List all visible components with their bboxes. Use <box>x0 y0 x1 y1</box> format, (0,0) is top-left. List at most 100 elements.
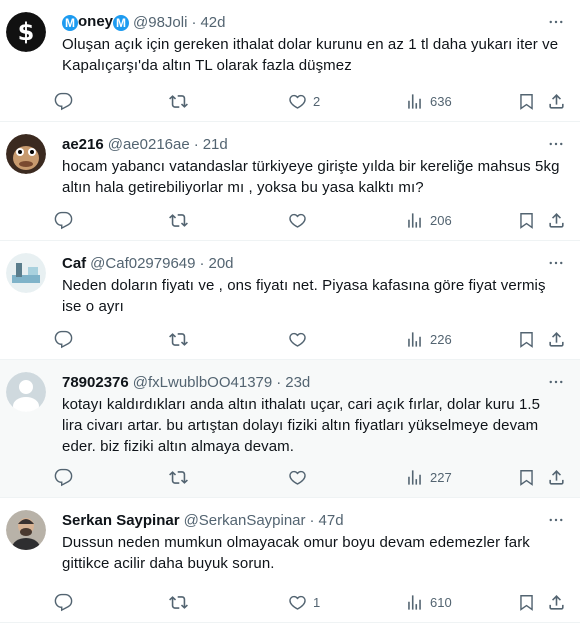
timestamp[interactable]: 21d <box>203 136 228 153</box>
bookmark-button[interactable] <box>517 92 536 111</box>
reply-icon <box>54 468 73 486</box>
timestamp[interactable]: 23d <box>285 374 310 391</box>
share-button[interactable] <box>547 330 566 349</box>
user-handle[interactable]: @Caf02979649 <box>90 255 195 272</box>
views-button[interactable]: 610 <box>405 593 452 612</box>
share-button[interactable] <box>547 593 566 612</box>
share-button[interactable] <box>547 92 566 111</box>
like-button[interactable]: 2 <box>288 92 320 111</box>
avatar[interactable] <box>6 372 46 412</box>
timestamp[interactable]: 20d <box>208 255 233 272</box>
bookmark-button[interactable] <box>517 593 536 612</box>
retweet-button[interactable] <box>169 92 194 111</box>
reply-icon <box>54 211 73 229</box>
like-button[interactable] <box>288 330 313 349</box>
reply-icon <box>54 92 73 110</box>
user-handle[interactable]: @SerkanSaypinar <box>184 512 306 529</box>
avatar[interactable] <box>6 134 46 174</box>
retweet-button[interactable] <box>169 211 194 230</box>
timestamp[interactable]: 42d <box>200 14 225 31</box>
more-icon[interactable] <box>542 372 570 392</box>
avatar[interactable] <box>6 253 46 293</box>
display-name[interactable]: ae216 <box>62 136 104 153</box>
separator-dot: · <box>193 135 199 153</box>
share-button[interactable] <box>547 468 566 487</box>
views-button[interactable]: 206 <box>405 211 452 230</box>
separator-dot: · <box>199 254 205 272</box>
view-count: 206 <box>430 212 452 228</box>
reply-button[interactable] <box>54 468 79 487</box>
display-name-text: oney <box>78 13 114 31</box>
views-button[interactable]: 227 <box>405 468 452 487</box>
bookmark-icon <box>520 93 533 110</box>
tweet-text: kotayı kaldırdıkları anda altın ithalatı… <box>62 396 541 455</box>
retweet-icon <box>169 213 188 227</box>
tweet[interactable]: Caf @Caf02979649 · 20d Neden doların fiy… <box>0 241 580 360</box>
share-icon <box>549 212 564 228</box>
like-count: 1 <box>313 594 321 610</box>
like-button[interactable] <box>288 211 313 230</box>
more-icon[interactable] <box>542 12 570 32</box>
share-button[interactable] <box>547 211 566 230</box>
tweet[interactable]: $ Money M @98Joli · 42d Oluşan açık için … <box>0 0 580 122</box>
views-icon <box>408 331 421 347</box>
bookmark-button[interactable] <box>517 211 536 230</box>
tweet[interactable]: ae216 @ae0216ae · 21d hocam yabancı vata… <box>0 122 580 241</box>
display-name[interactable]: 78902376 <box>62 374 129 391</box>
views-icon <box>408 469 421 485</box>
action-bar: 227 <box>54 467 566 487</box>
more-icon[interactable] <box>542 134 570 154</box>
view-count: 226 <box>430 331 452 347</box>
views-button[interactable]: 636 <box>405 92 452 111</box>
retweet-icon <box>169 470 188 484</box>
more-icon[interactable] <box>542 253 570 273</box>
reply-icon <box>54 330 73 348</box>
share-icon <box>549 469 564 485</box>
retweet-button[interactable] <box>169 468 194 487</box>
avatar[interactable]: $ <box>6 12 46 52</box>
heart-icon <box>289 595 306 610</box>
reply-button[interactable] <box>54 593 79 612</box>
like-count: 2 <box>313 93 321 109</box>
tweet-header: 78902376 @fxLwublbOO41379 · 23d <box>62 372 564 392</box>
retweet-icon <box>169 332 188 346</box>
bookmark-button[interactable] <box>517 468 536 487</box>
timestamp[interactable]: 47d <box>319 512 344 529</box>
tweet[interactable]: 78902376 @fxLwublbOO41379 · 23d kotayı k… <box>0 360 580 498</box>
tweet-text: Dussun neden mumkun olmayacak omur boyu … <box>62 534 530 572</box>
tweet-header: Money M @98Joli · 42d <box>62 12 564 32</box>
views-button[interactable]: 226 <box>405 330 452 349</box>
share-icon <box>549 93 564 109</box>
user-handle[interactable]: @ae0216ae <box>108 136 190 153</box>
heart-icon <box>289 470 306 485</box>
verified-badge: M <box>62 14 78 31</box>
share-icon <box>549 331 564 347</box>
views-icon <box>408 212 421 228</box>
tweet[interactable]: Serkan Saypinar @SerkanSaypinar · 47d Du… <box>0 498 580 623</box>
avatar[interactable] <box>6 510 46 550</box>
svg-text:$: $ <box>18 18 35 46</box>
reply-button[interactable] <box>54 92 79 111</box>
reply-button[interactable] <box>54 330 79 349</box>
tweet-text: Oluşan açık için gereken ithalat dolar k… <box>62 36 559 74</box>
reply-icon <box>54 593 73 611</box>
reply-button[interactable] <box>54 211 79 230</box>
user-handle[interactable]: @fxLwublbOO41379 <box>133 374 272 391</box>
retweet-icon <box>169 94 188 108</box>
retweet-button[interactable] <box>169 330 194 349</box>
display-name[interactable]: Money M <box>62 13 130 31</box>
tweet-header: Caf @Caf02979649 · 20d <box>62 253 564 273</box>
user-handle[interactable]: @98Joli <box>133 14 187 31</box>
tweet-header: ae216 @ae0216ae · 21d <box>62 134 564 154</box>
action-bar: 226 <box>54 329 566 349</box>
like-button[interactable] <box>288 468 313 487</box>
verified-badge: M <box>113 14 130 31</box>
display-name[interactable]: Serkan Saypinar <box>62 512 180 529</box>
display-name[interactable]: Caf <box>62 255 86 272</box>
like-button[interactable]: 1 <box>288 593 320 612</box>
views-icon <box>408 93 421 109</box>
tweet-header: Serkan Saypinar @SerkanSaypinar · 47d <box>62 510 564 530</box>
retweet-button[interactable] <box>169 593 194 612</box>
bookmark-button[interactable] <box>517 330 536 349</box>
more-icon[interactable] <box>542 510 570 530</box>
